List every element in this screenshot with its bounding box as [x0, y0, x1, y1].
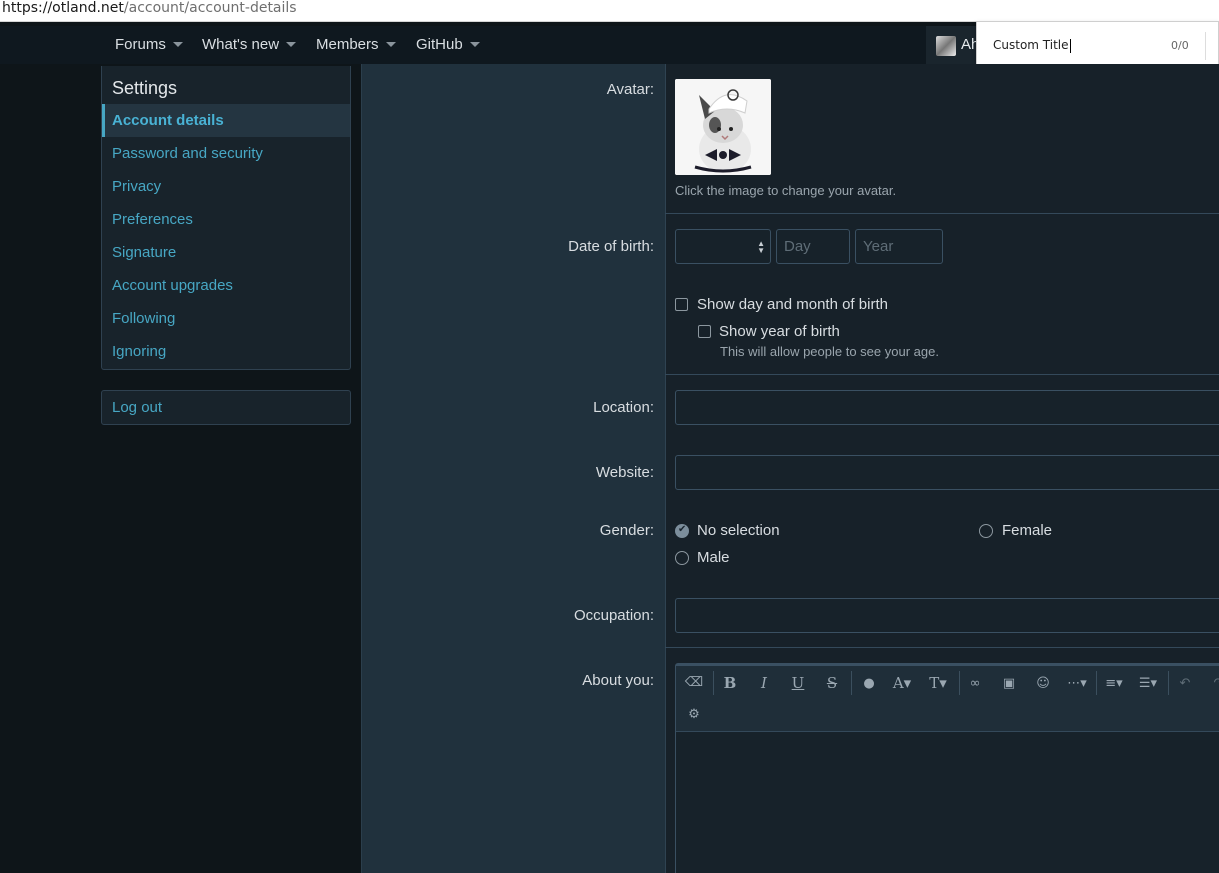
chevron-down-icon[interactable]: [286, 41, 297, 47]
toolbar-divider: [959, 671, 960, 695]
toolbar-divider: [1168, 671, 1169, 695]
sidebar-item-account-upgrades[interactable]: Account upgrades: [102, 269, 350, 302]
user-avatar: [936, 36, 956, 56]
occupation-label: Occupation:: [573, 607, 654, 624]
settings-gear-icon[interactable]: ⚙: [682, 707, 706, 722]
settings-title: Settings: [112, 78, 178, 98]
logout-link[interactable]: Log out: [101, 390, 351, 425]
show-day-month-label: Show day and month of birth: [697, 296, 888, 313]
about-label: About you:: [582, 672, 654, 689]
gender-no-selection-radio[interactable]: [675, 524, 689, 538]
avatar-label: Avatar:: [606, 81, 654, 98]
about-editor[interactable]: ⌫ B I U S ● A▾ T▾ ∞ ▣ ☺ ⋯▾ ≡▾ ☰▾ ↶ ↷ ⚙: [675, 663, 1219, 873]
row-divider: [665, 213, 1219, 214]
italic-icon[interactable]: I: [752, 674, 776, 692]
gender-male-radio[interactable]: [675, 551, 689, 565]
dob-label: Date of birth:: [568, 238, 654, 255]
gender-female-radio[interactable]: [979, 524, 993, 538]
location-input[interactable]: [675, 390, 1219, 425]
sidebar-item-following[interactable]: Following: [102, 302, 350, 335]
eraser-icon[interactable]: ⌫: [682, 675, 706, 690]
website-input[interactable]: [675, 455, 1219, 490]
find-divider: [1205, 32, 1206, 60]
show-day-month-checkbox[interactable]: [675, 298, 688, 311]
url-path: /account/account-details: [123, 0, 297, 16]
more-options-icon[interactable]: ⋯▾: [1065, 676, 1089, 691]
undo-icon[interactable]: ↶: [1173, 676, 1197, 691]
url-host: https://otland.net: [2, 0, 124, 16]
sidebar-item-password-security[interactable]: Password and security: [102, 137, 350, 170]
sidebar-item-signature[interactable]: Signature: [102, 236, 350, 269]
find-match-count: 0/0: [1171, 39, 1189, 52]
select-arrows-icon: ▲ ▼: [757, 239, 765, 255]
editor-toolbar: ⌫ B I U S ● A▾ T▾ ∞ ▣ ☺ ⋯▾ ≡▾ ☰▾ ↶ ↷ ⚙: [676, 666, 1219, 732]
nav-members[interactable]: Members: [316, 26, 396, 64]
bold-icon[interactable]: B: [718, 674, 742, 692]
gender-male-label: Male: [697, 549, 730, 566]
font-family-icon[interactable]: A▾: [890, 674, 914, 692]
sidebar-item-account-details[interactable]: Account details: [102, 104, 350, 137]
nav-whats-new[interactable]: What's new: [202, 26, 297, 64]
chevron-down-icon[interactable]: [172, 41, 183, 47]
find-input[interactable]: Custom Title: [993, 38, 1071, 53]
toolbar-divider: [1096, 671, 1097, 695]
font-size-icon[interactable]: T▾: [926, 674, 950, 692]
website-label: Website:: [595, 464, 654, 481]
row-divider: [665, 647, 1219, 648]
redo-icon[interactable]: ↷: [1207, 676, 1219, 691]
gender-no-selection-label: No selection: [697, 522, 780, 539]
sidebar-item-ignoring[interactable]: Ignoring: [102, 335, 350, 368]
chevron-down-icon[interactable]: [385, 41, 396, 47]
nav-forums[interactable]: Forums: [115, 26, 183, 64]
find-bar[interactable]: Custom Title 0/0: [976, 21, 1219, 70]
smilies-icon[interactable]: ☺: [1031, 676, 1055, 691]
avatar-image[interactable]: [675, 79, 771, 175]
gender-label: Gender:: [599, 522, 654, 539]
show-year-label: Show year of birth: [719, 323, 840, 340]
gender-female-label: Female: [1002, 522, 1053, 539]
sidebar-item-privacy[interactable]: Privacy: [102, 170, 350, 203]
align-icon[interactable]: ≡▾: [1102, 676, 1126, 691]
link-icon[interactable]: ∞: [963, 676, 987, 691]
list-icon[interactable]: ☰▾: [1136, 676, 1160, 691]
sidebar-item-preferences[interactable]: Preferences: [102, 203, 350, 236]
month-select[interactable]: ▲ ▼: [675, 229, 771, 264]
nav-github[interactable]: GitHub: [416, 26, 480, 64]
toolbar-divider: [851, 671, 852, 695]
address-bar[interactable]: https://otland.net/account/account-detai…: [0, 0, 1219, 22]
settings-sidebar: Settings Account details Password and se…: [101, 66, 351, 370]
toolbar-divider: [713, 671, 714, 695]
chevron-down-icon[interactable]: [469, 41, 480, 47]
show-year-checkbox[interactable]: [698, 325, 711, 338]
occupation-input[interactable]: [675, 598, 1219, 633]
text-color-icon[interactable]: ●: [857, 676, 881, 691]
strikethrough-icon[interactable]: S: [820, 674, 844, 692]
avatar-hint: Click the image to change your avatar.: [675, 183, 897, 198]
underline-icon[interactable]: U: [786, 674, 810, 692]
row-divider: [665, 374, 1219, 375]
year-input[interactable]: Year: [855, 229, 943, 264]
location-label: Location:: [593, 399, 654, 416]
day-input[interactable]: Day: [776, 229, 850, 264]
show-year-hint: This will allow people to see your age.: [720, 344, 939, 359]
cat-avatar-icon: [675, 79, 771, 175]
image-icon[interactable]: ▣: [997, 676, 1021, 691]
